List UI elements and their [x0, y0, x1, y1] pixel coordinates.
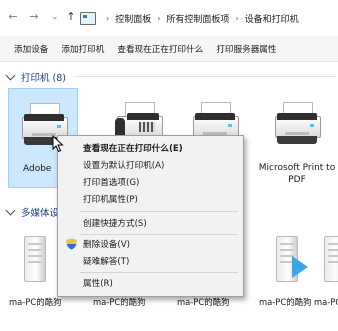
- back-arrow-icon[interactable]: ←: [6, 9, 20, 25]
- printer-icon: [273, 102, 321, 148]
- media-device-label: ma-PC的酷狗: [9, 297, 62, 307]
- group-divider: [74, 76, 336, 77]
- menu-separator: [80, 211, 238, 212]
- collapse-chevron-icon[interactable]: [5, 205, 16, 216]
- breadcrumb: › 控制面板 › 所有控制面板项 › 设备和打印机: [80, 9, 299, 27]
- up-arrow-icon[interactable]: ↑: [64, 9, 78, 25]
- menu-item-see-whats-printing[interactable]: 查看现在正在打印什么(E): [83, 142, 183, 154]
- printer-label: Microsoft Print to PDF: [258, 163, 336, 185]
- menu-item-printer-properties[interactable]: 打印机属性(P): [83, 193, 138, 205]
- breadcrumb-item-devices-printers[interactable]: 设备和打印机: [245, 12, 299, 25]
- print-server-properties-button[interactable]: 打印服务器属性: [216, 43, 276, 55]
- breadcrumb-separator-icon[interactable]: ›: [106, 14, 109, 23]
- breadcrumb-separator-icon[interactable]: ›: [157, 14, 160, 23]
- collapse-chevron-icon[interactable]: [5, 70, 16, 81]
- command-bar: 添加设备 添加打印机 查看现在正在打印什么 打印服务器属性: [0, 36, 338, 62]
- media-device-icon[interactable]: [18, 234, 58, 290]
- menu-item-set-default-printer[interactable]: 设置为默认打印机(A): [83, 159, 164, 171]
- printer-item-microsoft-print-to-pdf[interactable]: Microsoft Print to PDF: [259, 88, 335, 188]
- media-group-header[interactable]: 多媒体设: [5, 205, 59, 219]
- menu-item-troubleshoot[interactable]: 疑难解答(T): [83, 255, 129, 267]
- breadcrumb-item-control-panel[interactable]: 控制面板: [115, 12, 151, 25]
- recent-locations-chevron-icon[interactable]: ⌄: [48, 9, 62, 25]
- context-menu: 查看现在正在打印什么(E) 设置为默认打印机(A) 打印首选项(G) 打印机属性…: [57, 135, 244, 297]
- menu-separator: [80, 234, 238, 235]
- media-device-label: ma-PC的酷狗: [259, 297, 312, 307]
- menu-separator: [80, 272, 238, 273]
- menu-item-remove-device[interactable]: 删除设备(V): [83, 238, 130, 250]
- mouse-cursor-icon: [52, 135, 64, 153]
- menu-item-create-shortcut[interactable]: 创建快捷方式(S): [83, 217, 147, 229]
- add-device-button[interactable]: 添加设备: [14, 43, 48, 55]
- breadcrumb-separator-icon[interactable]: ›: [235, 14, 238, 23]
- shield-icon: [66, 238, 77, 250]
- forward-arrow-icon[interactable]: →: [27, 9, 41, 25]
- media-group-title: 多媒体设: [21, 208, 60, 219]
- printers-group-title: 打印机 (8): [21, 73, 66, 84]
- address-bar: ← → ⌄ ↑ › 控制面板 › 所有控制面板项 › 设备和打印机: [0, 0, 338, 37]
- media-device-label: ma-PC的酷狗: [177, 297, 230, 307]
- media-device-icon[interactable]: [318, 234, 338, 290]
- control-panel-icon: [80, 11, 96, 25]
- media-device-label: ma-PC的酷狗: [93, 297, 146, 307]
- media-device-icon[interactable]: [270, 234, 310, 290]
- menu-item-printing-preferences[interactable]: 打印首选项(G): [83, 176, 139, 188]
- add-printer-button[interactable]: 添加打印机: [61, 43, 104, 55]
- see-whats-printing-button[interactable]: 查看现在正在打印什么: [117, 43, 203, 55]
- media-device-label: ma-PC的酷狗: [314, 297, 338, 307]
- menu-item-properties[interactable]: 属性(R): [83, 277, 113, 289]
- breadcrumb-item-all-items[interactable]: 所有控制面板项: [166, 12, 229, 25]
- printers-group-header[interactable]: 打印机 (8): [5, 70, 66, 84]
